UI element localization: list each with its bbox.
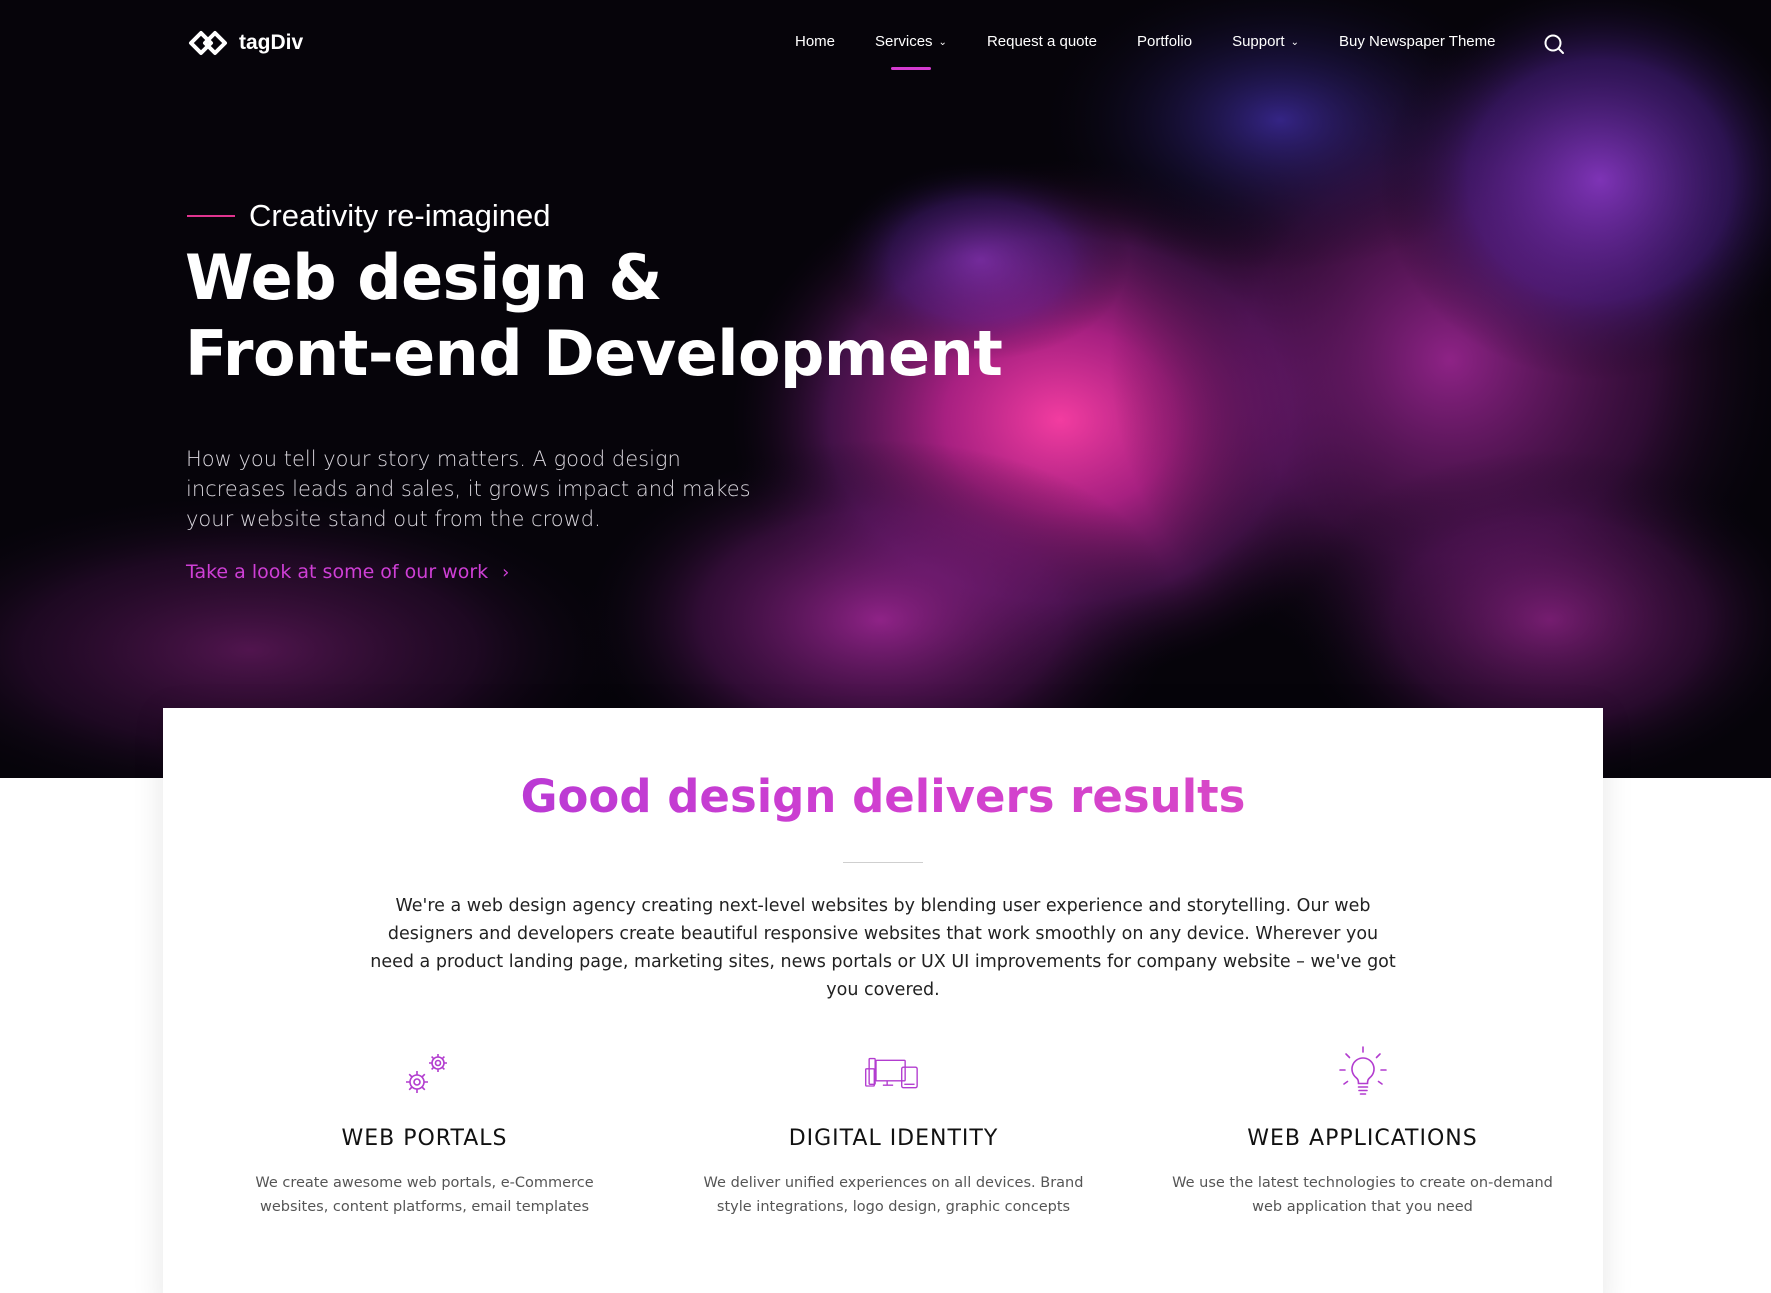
feature-description: We create awesome web portals, e-Commerc…: [255, 1175, 594, 1215]
section-divider: [843, 862, 923, 863]
feature-web-applications: WEB APPLICATIONS We use the latest techn…: [1128, 1044, 1597, 1219]
nav-item-label: Portfolio: [1137, 33, 1193, 50]
feature-web-portals: WEB PORTALS We create awesome web portal…: [190, 1044, 659, 1219]
lightbulb-icon: [1338, 1046, 1387, 1095]
nav-item-label: Buy Newspaper Theme: [1339, 33, 1496, 50]
feature-description: We deliver unified experiences on all de…: [703, 1175, 1084, 1215]
feature-digital-identity: DIGITAL IDENTITY We deliver unified expe…: [659, 1044, 1128, 1219]
chevron-down-icon: ⌄: [938, 37, 947, 48]
cta-label: Take a look at some of our work: [186, 561, 489, 583]
hero-headline-line-2: Front-end Development: [185, 317, 1003, 390]
main-nav: Home Services ⌄ Request a quote Portfoli…: [795, 33, 1535, 70]
nav-item-portfolio[interactable]: Portfolio: [1137, 33, 1192, 50]
hero-tagline: Creativity re-imagined: [249, 198, 551, 233]
portfolio-cta-link[interactable]: Take a look at some of our work ›: [186, 561, 509, 583]
devices-icon: [864, 1057, 918, 1089]
feature-title: WEB PORTALS: [341, 1126, 508, 1151]
section-text: We're a web design agency creating next-…: [370, 896, 1396, 1000]
hero-intro: How you tell your story matters. A good …: [186, 447, 751, 531]
nav-item-support[interactable]: Support ⌄: [1232, 33, 1299, 50]
tagline-row: Creativity re-imagined: [187, 198, 551, 234]
hero-headline: Web design & Front-end Development: [185, 240, 1085, 392]
brand-name: tagDiv: [239, 31, 304, 54]
nav-item-label: Home: [795, 33, 836, 50]
nav-item-request-quote[interactable]: Request a quote: [987, 33, 1097, 50]
search-icon[interactable]: [1543, 33, 1565, 55]
feature-title: DIGITAL IDENTITY: [788, 1126, 999, 1151]
gears-icon: [405, 1054, 447, 1093]
section-title: Good design delivers results: [163, 770, 1603, 823]
nav-item-label: Services: [875, 33, 933, 50]
hero: tagDiv Home Services ⌄ Request a quote P…: [0, 0, 1771, 778]
feature-description: We use the latest technologies to create…: [1172, 1175, 1553, 1215]
content-card: Good design delivers results We're a web…: [163, 708, 1603, 1293]
nav-item-label: Request a quote: [986, 33, 1098, 50]
nav-item-label: Support: [1232, 33, 1285, 50]
nav-item-buy-newspaper-theme[interactable]: Buy Newspaper Theme: [1339, 33, 1495, 50]
chevron-right-icon: ›: [502, 561, 510, 583]
tagdiv-logo-icon: [189, 31, 227, 55]
hero-headline-line-1: Web design &: [185, 241, 662, 314]
features-row: WEB PORTALS We create awesome web portal…: [163, 1044, 1603, 1219]
chevron-down-icon: ⌄: [1290, 37, 1299, 48]
feature-title: WEB APPLICATIONS: [1247, 1126, 1478, 1151]
nav-item-home[interactable]: Home: [795, 33, 835, 50]
tagline-accent-line: [187, 215, 235, 217]
logo[interactable]: tagDiv: [187, 27, 303, 59]
nav-item-services[interactable]: Services ⌄: [875, 33, 947, 70]
